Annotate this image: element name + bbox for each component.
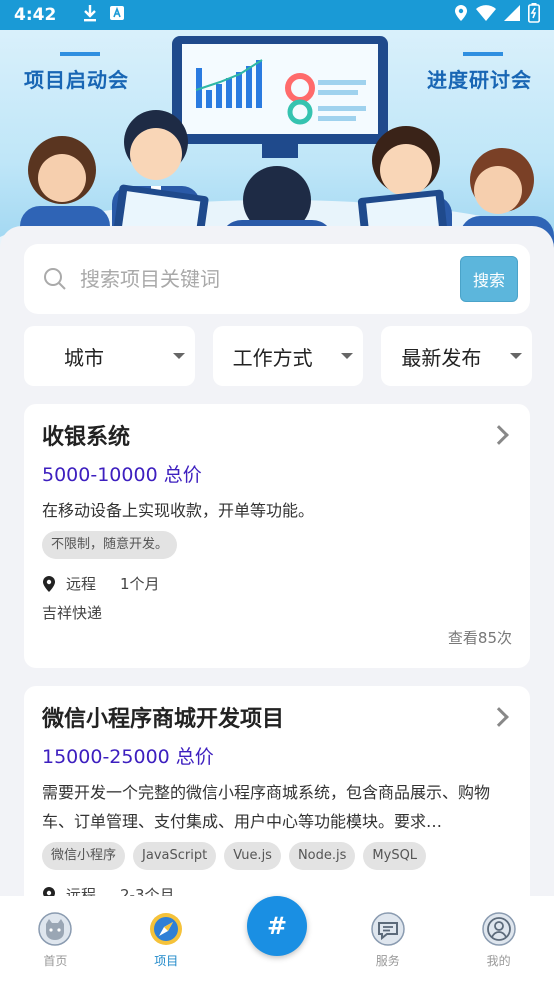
project-tags: 不限制，随意开发。 (42, 531, 512, 559)
project-card[interactable]: 微信小程序商城开发项目 15000-25000 总价 需要开发一个完整的微信小程… (24, 686, 530, 896)
filter-bar: 城市 工作方式 最新发布 (24, 326, 533, 386)
chat-icon (371, 912, 405, 946)
status-bar-right (454, 2, 540, 28)
project-description: 在移动设备上实现收款，开单等功能。 (42, 501, 315, 520)
location-pin-icon (43, 886, 55, 896)
project-list-panel: 搜索 城市 工作方式 最新发布 收银系统 5000-10000 总价 在移动设备… (0, 226, 554, 896)
project-tag: JavaScript (133, 842, 217, 870)
download-icon (82, 4, 98, 27)
location-icon (454, 4, 468, 27)
battery-icon (528, 2, 540, 28)
project-meta: 远程 1个月 (42, 573, 512, 594)
location-pin-icon (43, 575, 55, 592)
status-bar: 4:42 (0, 0, 554, 30)
nav-services-label: 服务 (375, 954, 400, 968)
filter-city-label: 城市 (64, 345, 104, 370)
filter-sort[interactable]: 最新发布 (381, 326, 533, 386)
meeting-illustration (0, 36, 554, 250)
nav-projects[interactable]: 项目 (111, 896, 222, 984)
project-work-mode: 远程 (66, 886, 97, 896)
project-duration: 1个月 (120, 575, 160, 593)
cat-icon (38, 912, 73, 946)
nav-home-label: 首页 (43, 954, 68, 968)
project-title: 微信小程序商城开发项目 (42, 707, 285, 732)
project-work-mode: 远程 (66, 575, 97, 593)
project-duration: 2-3个月 (120, 886, 175, 896)
banner-right-title: 进度研讨会 (427, 52, 532, 93)
search-bar: 搜索 (24, 244, 530, 314)
nav-profile-label: 我的 (486, 954, 511, 968)
caret-down-icon (510, 353, 523, 359)
filter-work-mode[interactable]: 工作方式 (212, 326, 364, 386)
project-price: 5000-10000 总价 (42, 464, 202, 486)
signal-icon (504, 4, 520, 26)
project-tag: Node.js (288, 842, 356, 870)
nav-home[interactable]: 首页 (0, 896, 111, 984)
project-views: 查看85次 (447, 629, 512, 647)
user-icon (481, 912, 516, 946)
hero-banner: 项目启动会 进度研讨会 (0, 30, 554, 250)
project-price: 15000-25000 总价 (42, 746, 214, 768)
banner-left-title: 项目启动会 (24, 52, 129, 93)
nav-services[interactable]: 服务 (332, 896, 443, 984)
search-button[interactable]: 搜索 (460, 256, 518, 302)
project-tags: 微信小程序 JavaScript Vue.js Node.js MySQL (42, 842, 512, 870)
project-title: 收银系统 (42, 425, 131, 450)
project-card[interactable]: 收银系统 5000-10000 总价 在移动设备上实现收款，开单等功能。 不限制… (24, 404, 530, 668)
caret-down-icon (341, 353, 354, 359)
filter-sort-label: 最新发布 (401, 345, 482, 370)
nav-projects-label: 项目 (154, 954, 179, 968)
project-tag: 微信小程序 (42, 842, 126, 870)
project-meta: 远程 2-3个月 (42, 884, 512, 896)
publish-fab-button[interactable]: # (247, 896, 307, 956)
search-input[interactable] (80, 267, 440, 291)
compass-icon (149, 912, 183, 946)
project-description: 需要开发一个完整的微信小程序商城系统，包含商品展示、购物车、订单管理、支付集成、… (42, 783, 491, 831)
status-bar-left: 4:42 (14, 4, 125, 27)
filter-city[interactable]: 城市 (24, 326, 195, 386)
project-company: 吉祥快递 (42, 604, 103, 622)
caret-down-icon (172, 353, 185, 359)
wifi-icon (476, 4, 496, 26)
keyboard-a-icon (110, 5, 125, 25)
filter-work-mode-label: 工作方式 (232, 345, 313, 370)
status-time: 4:42 (14, 5, 57, 25)
nav-profile[interactable]: 我的 (443, 896, 554, 984)
project-tag: Vue.js (224, 842, 281, 870)
project-tag: 不限制，随意开发。 (42, 531, 178, 559)
search-icon (44, 268, 66, 290)
project-tag: MySQL (363, 842, 427, 870)
